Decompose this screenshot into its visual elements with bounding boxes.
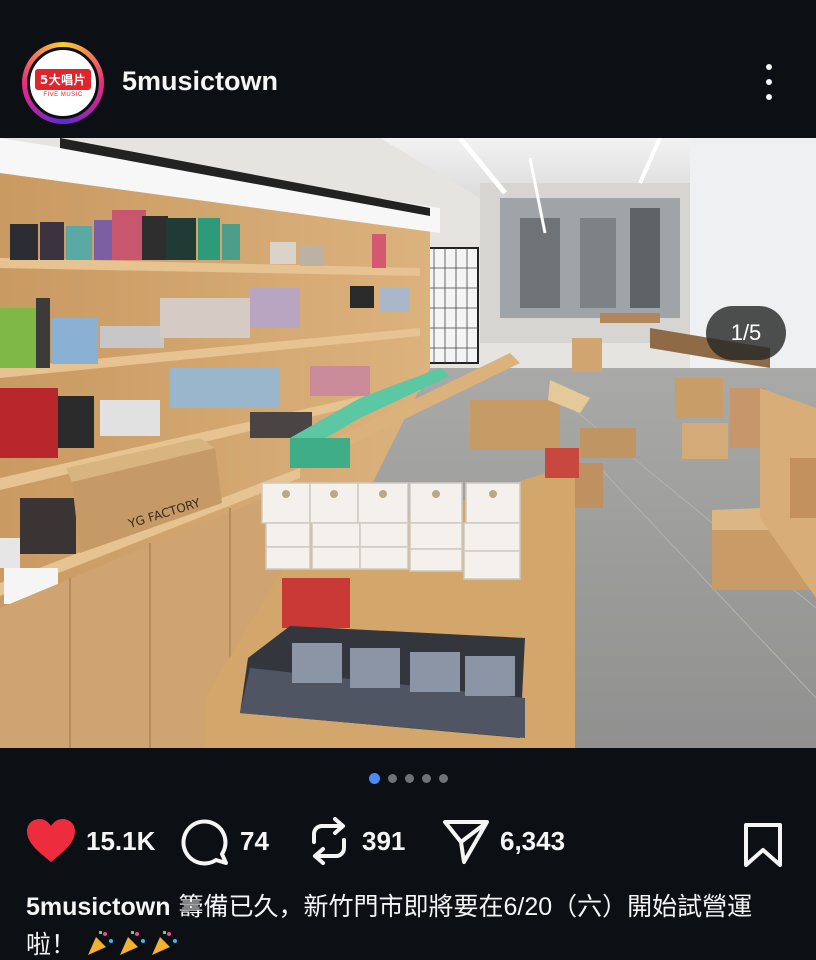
post-actions: 15.1K 74 391 6,343 [0, 812, 816, 870]
like-button[interactable]: 15.1K [26, 812, 155, 870]
repost-count: 391 [362, 825, 406, 856]
party-popper-icon [151, 931, 177, 955]
more-vertical-icon [766, 64, 772, 70]
comment-count: 74 [240, 825, 269, 856]
post-image[interactable]: YG FACTORY 1/5 [0, 138, 816, 748]
repost-icon [312, 817, 346, 865]
comment-button[interactable]: 74 [180, 812, 269, 870]
more-vertical-icon [766, 94, 772, 100]
carousel-dot-3 [404, 774, 414, 783]
comment-icon [181, 819, 228, 866]
avatar[interactable]: 5大唱片 FIVE MUSIC [22, 42, 104, 124]
carousel-dot-2 [387, 774, 397, 783]
carousel-dot-1 [368, 773, 380, 784]
carousel-indicator [0, 773, 816, 784]
store-interior-photo: YG FACTORY [0, 138, 816, 748]
post-caption: 5musictown 籌備已久，新竹門市即將要在6/20（六）開始試營運啦！ [26, 888, 796, 960]
bookmark-icon [744, 823, 782, 867]
send-icon [443, 820, 489, 864]
carousel-dot-5 [438, 774, 448, 783]
repost-button[interactable]: 391 [306, 812, 405, 870]
avatar-logo: 5大唱片 FIVE MUSIC [27, 47, 99, 119]
party-popper-icon [87, 931, 113, 955]
share-count: 6,343 [500, 825, 566, 856]
image-counter: 1/5 [706, 306, 786, 360]
save-button[interactable] [742, 822, 784, 873]
logo-text: 5大唱片 [34, 68, 92, 90]
more-vertical-icon [766, 79, 772, 85]
post-header: 5大唱片 FIVE MUSIC 5musictown [0, 0, 816, 138]
post-username[interactable]: 5musictown [122, 66, 278, 97]
heart-icon [27, 819, 75, 862]
party-popper-icon [119, 931, 145, 955]
logo-subtext: FIVE MUSIC [43, 91, 83, 98]
like-count: 15.1K [86, 825, 156, 856]
carousel-dot-4 [421, 774, 431, 783]
share-button[interactable]: 6,343 [442, 812, 565, 870]
more-options-button[interactable] [754, 64, 784, 100]
caption-username[interactable]: 5musictown [26, 893, 170, 921]
